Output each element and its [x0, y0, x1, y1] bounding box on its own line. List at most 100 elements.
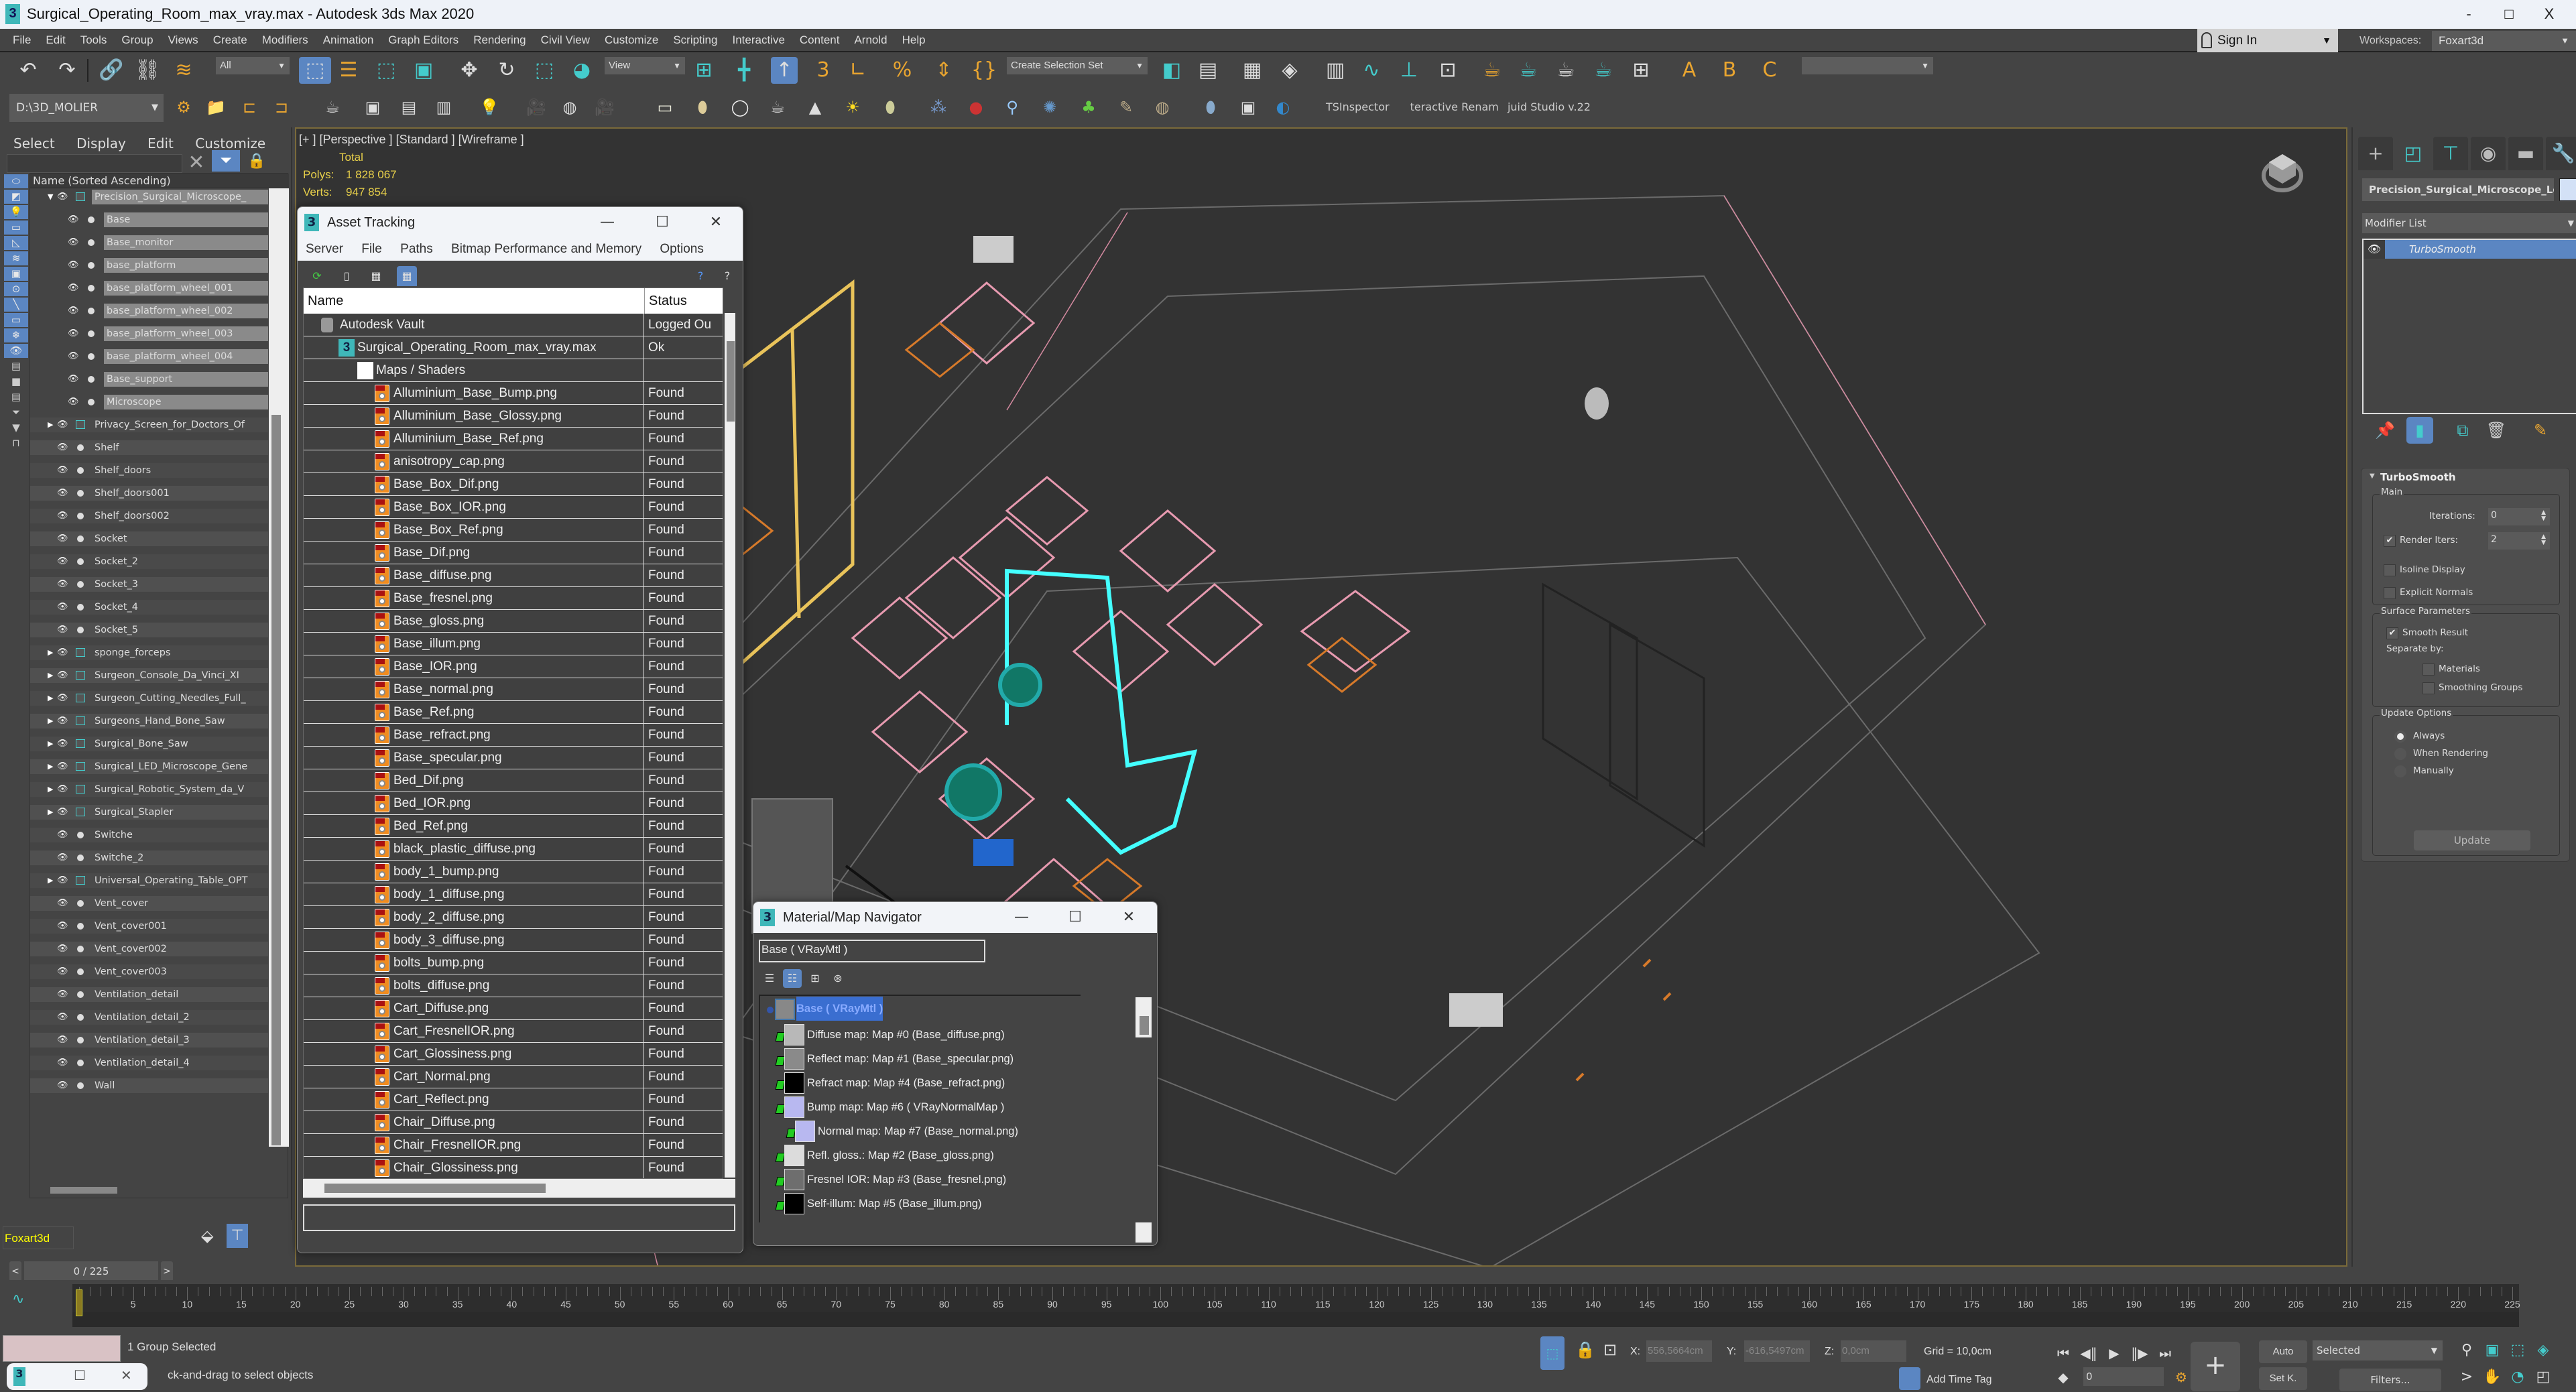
- scene-tree-item[interactable]: 👁 Vent_cover003: [30, 964, 268, 979]
- visibility-eye-icon[interactable]: 👁: [68, 304, 79, 318]
- scene-tree-item[interactable]: ▶ 👁 Surgical_Stapler: [30, 805, 268, 820]
- vray-light-sphere-icon[interactable]: ◯: [729, 97, 751, 118]
- expand-arrow-icon[interactable]: ▶: [48, 873, 53, 888]
- empty-dropdown[interactable]: ▼: [1802, 57, 1933, 74]
- menu-create[interactable]: Create: [206, 29, 255, 52]
- curve-editor-icon[interactable]: ∿: [1358, 57, 1385, 84]
- close-icon[interactable]: ✕: [121, 1367, 132, 1383]
- display-helpers-icon[interactable]: ◺: [4, 236, 28, 250]
- scene-tree-item[interactable]: 👁 Vent_cover001: [30, 919, 268, 934]
- menu-interactive[interactable]: Interactive: [725, 29, 792, 52]
- asset-row[interactable]: Alluminium_Base_Bump.png Found: [304, 382, 723, 405]
- menu-animation[interactable]: Animation: [316, 29, 381, 52]
- vertical-scrollbar[interactable]: [271, 415, 281, 1145]
- scene-tree-item[interactable]: 👁 Base: [30, 212, 268, 227]
- y-coordinate-field[interactable]: -616,5497cm: [1744, 1340, 1810, 1362]
- plugin-interactive-rename[interactable]: teractive Renam: [1410, 101, 1499, 113]
- pin-stack-icon[interactable]: 📌: [2372, 417, 2398, 444]
- menu-tools[interactable]: Tools: [73, 29, 115, 52]
- asset-row[interactable]: 3 Surgical_Operating_Room_max_vray.max Ok: [304, 336, 723, 359]
- vertical-scrollbar[interactable]: [725, 313, 735, 1178]
- visibility-eye-icon[interactable]: 👁: [57, 531, 68, 546]
- asset-row[interactable]: Chair_Diffuse.png Found: [304, 1111, 723, 1134]
- viewport-label[interactable]: [+ ] [Perspective ] [Standard ] [Wirefra…: [299, 133, 524, 147]
- visibility-eye-icon[interactable]: 👁: [57, 1010, 68, 1025]
- asset-row[interactable]: Alluminium_Base_Ref.png Found: [304, 428, 723, 450]
- key-mode-toggle-icon[interactable]: ◆: [2051, 1366, 2075, 1389]
- render-in-cloud-icon[interactable]: ☕: [1590, 57, 1617, 84]
- play-icon[interactable]: ▶: [2102, 1342, 2126, 1365]
- view-list-icon[interactable]: ☰: [760, 969, 779, 988]
- visibility-eye-icon[interactable]: 👁: [68, 281, 79, 296]
- project-path-dropdown[interactable]: D:\3D_MOLIER ▼: [9, 94, 164, 122]
- spinner-arrows-icon[interactable]: ▲ ▼: [2541, 534, 2546, 546]
- schematic-view-icon[interactable]: ⊡: [1434, 57, 1461, 84]
- vray-light-dome-icon[interactable]: ⬮: [692, 97, 713, 118]
- layer-explorer-icon[interactable]: ◈: [1276, 57, 1303, 84]
- toggle-ribbon-icon[interactable]: ▥: [1322, 57, 1349, 84]
- visibility-eye-icon[interactable]: 👁: [57, 714, 68, 729]
- visibility-eye-icon[interactable]: 👁: [57, 190, 68, 204]
- asset-row[interactable]: Base_normal.png Found: [304, 678, 723, 701]
- menu-file[interactable]: File: [5, 29, 38, 52]
- maximize-viewport-icon[interactable]: ◰: [2532, 1366, 2554, 1389]
- asset-row[interactable]: Base_fresnel.png Found: [304, 587, 723, 610]
- angle-snap-icon[interactable]: ∟: [845, 57, 871, 84]
- refresh-icon[interactable]: ⟳: [307, 266, 327, 286]
- collapse-triangle-icon[interactable]: ▼: [2370, 472, 2375, 480]
- mirror-icon[interactable]: ◧: [1158, 57, 1185, 84]
- object-color-swatch[interactable]: [2559, 178, 2576, 201]
- view-small-icons-icon[interactable]: ⊞: [806, 969, 824, 988]
- visibility-eye-icon[interactable]: 👁: [57, 509, 68, 523]
- maxscript-listener[interactable]: [3, 1335, 121, 1362]
- asset-row[interactable]: Base_gloss.png Found: [304, 610, 723, 633]
- clear-search-icon[interactable]: ✕: [186, 153, 206, 173]
- display-all-icon[interactable]: ▤: [4, 359, 28, 373]
- isolate-selection-icon[interactable]: ⬚: [1540, 1336, 1565, 1370]
- visibility-eye-icon[interactable]: 👁: [57, 873, 68, 888]
- set-key-icon[interactable]: +: [2191, 1342, 2240, 1391]
- lock-icon[interactable]: 🔒: [247, 153, 267, 173]
- place-icon[interactable]: ◕: [568, 57, 595, 84]
- reference-coordinate-dropdown[interactable]: View ▼: [605, 57, 685, 74]
- menu-edit[interactable]: Edit: [38, 29, 72, 52]
- scene-explorer-icon[interactable]: ▦: [1239, 57, 1266, 84]
- vray-camera-icon[interactable]: 🎥: [594, 97, 615, 118]
- asset-row[interactable]: Base_Ref.png Found: [304, 701, 723, 724]
- rotate-icon[interactable]: ↻: [493, 57, 520, 84]
- display-lights-icon[interactable]: 💡: [4, 205, 28, 219]
- asset-row[interactable]: Maps / Shaders: [304, 359, 723, 382]
- visibility-eye-icon[interactable]: 👁: [57, 1078, 68, 1093]
- collapse-arrow-icon[interactable]: ▼: [48, 190, 53, 204]
- context-help-icon[interactable]: ?: [717, 266, 737, 286]
- expand-arrow-icon[interactable]: ▶: [48, 691, 53, 706]
- table-view-icon[interactable]: ▦: [397, 266, 417, 286]
- menu-customize[interactable]: Customize: [597, 29, 666, 52]
- light-lister-icon[interactable]: 💡: [479, 97, 500, 118]
- current-material-field[interactable]: Base ( VRayMtl ): [759, 940, 985, 962]
- scene-tree-item[interactable]: ▶ 👁 Surgical_LED_Microscope_Gene: [30, 759, 268, 774]
- vray-plane-icon[interactable]: ✺: [1039, 97, 1060, 118]
- asset-row[interactable]: Base_IOR.png Found: [304, 655, 723, 678]
- display-tab-icon[interactable]: ▬: [2508, 137, 2543, 170]
- tool-a-icon[interactable]: A: [1676, 57, 1703, 84]
- scene-tree-item[interactable]: 👁 base_platform: [30, 258, 268, 273]
- panel-icon[interactable]: ▤: [398, 97, 420, 118]
- z-coordinate-field[interactable]: 0,0cm: [1841, 1340, 1906, 1362]
- select-by-name-icon[interactable]: ☰: [335, 57, 362, 84]
- visibility-eye-icon[interactable]: 👁: [57, 691, 68, 706]
- scene-tree-item[interactable]: ▶ 👁 Universal_Operating_Table_OPT: [30, 873, 268, 888]
- hierarchy-mode-icon[interactable]: ⊤: [227, 1224, 248, 1248]
- asset-menu-file[interactable]: File: [361, 242, 382, 256]
- vray-spot-icon[interactable]: ▲: [804, 97, 826, 118]
- asset-row[interactable]: Chair_Glossiness.png Found: [304, 1157, 723, 1178]
- vray-hair-icon[interactable]: ✎: [1115, 97, 1137, 118]
- plugin-tsinspector[interactable]: TSInspector: [1326, 101, 1390, 113]
- tree-view-icon[interactable]: ▦: [366, 266, 386, 286]
- vray-grass-icon[interactable]: ♣: [1078, 97, 1099, 118]
- menu-views[interactable]: Views: [161, 29, 206, 52]
- vray-proxy-icon[interactable]: ⁂: [928, 97, 949, 118]
- asset-row[interactable]: Base_illum.png Found: [304, 633, 723, 655]
- vray-render-icon[interactable]: ◐: [1272, 97, 1294, 118]
- visibility-eye-icon[interactable]: 👁: [57, 1033, 68, 1048]
